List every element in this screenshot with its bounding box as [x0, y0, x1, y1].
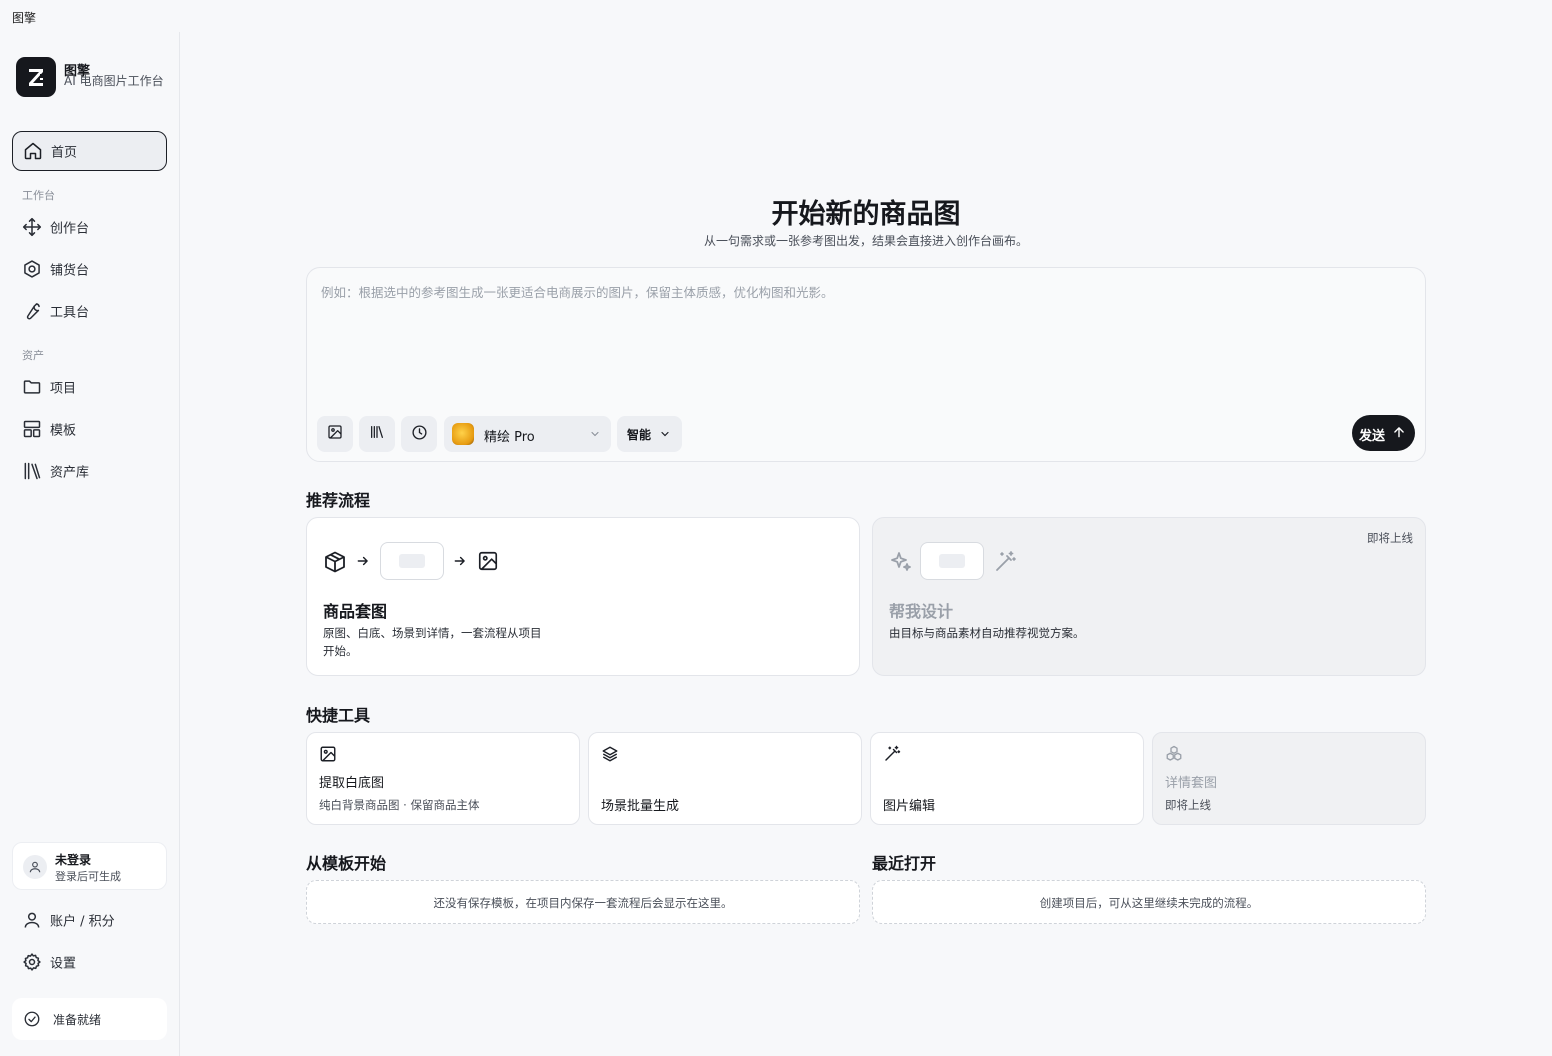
- tool-card-detail-set: 详情套图 即将上线: [1152, 732, 1426, 825]
- brand-subtitle: AI 电商图片工作台: [64, 74, 164, 88]
- flow-card-design-assist: 即将上线 帮我设计 由目标与商品素材自动推荐视觉方案。: [872, 517, 1426, 676]
- sidebar-item-label: 项目: [50, 381, 77, 397]
- sidebar-item-settings[interactable]: 设置: [12, 944, 167, 980]
- move-arrows-icon: [22, 217, 42, 237]
- flow-card-product-set[interactable]: 商品套图 原图、白底、场景到详情，一套流程从项目开始。: [306, 517, 860, 676]
- sidebar-item-label: 设置: [50, 956, 77, 972]
- wrench-icon: [22, 301, 42, 321]
- sidebar-item-label: 首页: [51, 145, 78, 161]
- user-card[interactable]: 未登录 登录后可生成: [12, 842, 167, 890]
- flow-card-title: 商品套图: [323, 602, 388, 621]
- section-title-quick-tools: 快捷工具: [306, 706, 371, 725]
- sidebar-item-templates[interactable]: 模板: [12, 411, 167, 447]
- page-title: 开始新的商品图: [771, 199, 961, 230]
- sidebar-item-library[interactable]: 资产库: [12, 453, 167, 489]
- mode-select-value: 智能: [627, 428, 652, 442]
- user-icon: [23, 855, 47, 879]
- prompt-input[interactable]: [321, 282, 1411, 402]
- package-icon: [323, 550, 347, 578]
- sidebar-item-projects[interactable]: 项目: [12, 369, 167, 405]
- home-icon: [23, 141, 43, 161]
- layers-icon: [601, 745, 619, 763]
- chevron-down-icon: [659, 428, 671, 444]
- layout-icon: [22, 419, 42, 439]
- sidebar-item-create[interactable]: 创作台: [12, 209, 167, 245]
- image-icon: [319, 745, 337, 763]
- user-icon: [22, 910, 42, 930]
- templates-empty-state: 还没有保存模板，在项目内保存一套流程后会显示在这里。: [306, 880, 860, 924]
- user-name: 未登录: [55, 853, 92, 867]
- folder-icon: [22, 377, 42, 397]
- sidebar-item-label: 铺货台: [50, 263, 90, 279]
- z-logo-icon: [16, 57, 56, 97]
- sidebar-item-label: 创作台: [50, 221, 90, 237]
- sparkles-icon: [889, 550, 913, 578]
- window-titlebar: 图擎: [0, 0, 1552, 32]
- recent-empty-state: 创建项目后，可从这里继续未完成的流程。: [872, 880, 1426, 924]
- flow-card-desc: 由目标与商品素材自动推荐视觉方案。: [889, 626, 1085, 640]
- tool-card-batch-scene[interactable]: 场景批量生成: [588, 732, 862, 825]
- window-title: 图擎: [12, 11, 37, 25]
- image-icon: [477, 550, 499, 576]
- page-subtitle: 从一句需求或一张参考图出发，结果会直接进入创作台画布。: [703, 234, 1028, 248]
- empty-state-text: 还没有保存模板，在项目内保存一套流程后会显示在这里。: [433, 896, 733, 910]
- flow-card-title: 帮我设计: [889, 602, 954, 621]
- section-title-templates: 从模板开始: [306, 854, 387, 873]
- asset-library-button[interactable]: [359, 416, 395, 452]
- section-label-assets: 资产: [22, 349, 44, 362]
- flow-step-placeholder: [380, 542, 444, 580]
- library-icon: [22, 461, 42, 481]
- tool-card-image-edit[interactable]: 图片编辑: [870, 732, 1144, 825]
- model-select[interactable]: 精绘 Pro: [444, 416, 611, 452]
- clock-icon: [411, 424, 428, 445]
- section-label-workbench: 工作台: [22, 189, 55, 202]
- chevron-down-icon: [589, 428, 601, 444]
- section-title-recent: 最近打开: [872, 854, 937, 873]
- coming-soon-badge: 即将上线: [1367, 531, 1413, 545]
- sidebar-item-label: 资产库: [50, 465, 90, 481]
- tool-card-title: 图片编辑: [883, 799, 936, 814]
- sidebar-item-label: 工具台: [50, 305, 90, 321]
- mode-select[interactable]: 智能: [617, 416, 682, 452]
- sidebar-item-label: 账户 / 积分: [50, 914, 115, 930]
- tool-card-white-bg[interactable]: 提取白底图 纯白背景商品图 · 保留商品主体: [306, 732, 580, 825]
- arrow-right-icon: [356, 554, 370, 572]
- status-label: 准备就绪: [53, 1013, 102, 1027]
- library-icon: [369, 424, 385, 444]
- hexagon-icon: [22, 259, 42, 279]
- gear-icon: [22, 952, 42, 972]
- magic-wand-icon: [883, 745, 901, 763]
- sidebar-item-tools[interactable]: 工具台: [12, 293, 167, 329]
- history-button[interactable]: [401, 416, 437, 452]
- arrow-right-icon: [453, 554, 467, 572]
- cubes-icon: [1165, 745, 1183, 763]
- sidebar: 图擎 AI 电商图片工作台 首页 工作台 创作台 铺货台 工具台 资产 项目 模…: [0, 32, 180, 1056]
- prompt-composer: 精绘 Pro 智能 发送: [306, 267, 1426, 462]
- tool-card-title: 详情套图: [1165, 776, 1218, 791]
- tool-card-desc: 纯白背景商品图 · 保留商品主体: [319, 798, 480, 812]
- status-card: 准备就绪: [12, 998, 167, 1040]
- arrow-up-icon: [1392, 425, 1406, 443]
- section-title-recommended: 推荐流程: [306, 491, 371, 510]
- flow-step-placeholder: [920, 542, 984, 580]
- sidebar-item-home[interactable]: 首页: [12, 131, 167, 171]
- brand[interactable]: 图擎 AI 电商图片工作台: [16, 57, 172, 107]
- send-button[interactable]: 发送: [1352, 415, 1415, 451]
- check-circle-icon: [23, 1010, 41, 1028]
- magic-wand-icon: [993, 550, 1017, 578]
- tool-card-desc: 即将上线: [1165, 798, 1211, 812]
- send-button-label: 发送: [1359, 429, 1386, 444]
- model-avatar-icon: [452, 423, 474, 445]
- tool-card-title: 场景批量生成: [601, 799, 680, 814]
- empty-state-text: 创建项目后，可从这里继续未完成的流程。: [1039, 896, 1259, 910]
- image-icon: [327, 424, 343, 444]
- upload-image-button[interactable]: [317, 416, 353, 452]
- user-hint: 登录后可生成: [55, 870, 121, 883]
- sidebar-item-distribute[interactable]: 铺货台: [12, 251, 167, 287]
- tool-card-title: 提取白底图: [319, 776, 385, 791]
- flow-card-desc: 原图、白底、场景到详情，一套流程从项目开始。: [323, 626, 542, 658]
- model-select-value: 精绘 Pro: [484, 430, 535, 445]
- sidebar-item-label: 模板: [50, 423, 77, 439]
- sidebar-item-account[interactable]: 账户 / 积分: [12, 902, 167, 938]
